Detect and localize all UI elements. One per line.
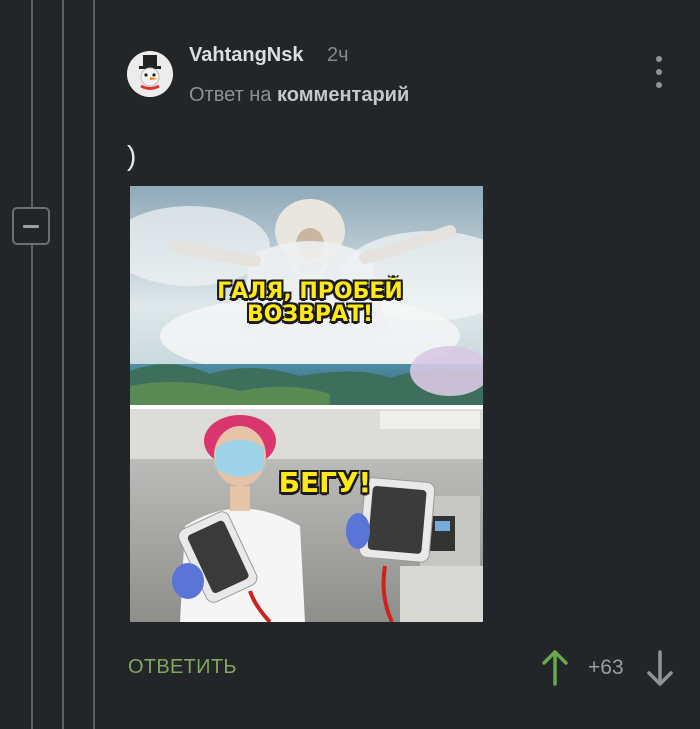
reply-prefix: Ответ на bbox=[189, 84, 272, 106]
reply-context: Ответ на комментарий bbox=[189, 84, 409, 107]
avatar[interactable] bbox=[127, 51, 173, 97]
thread-line bbox=[31, 0, 33, 729]
reply-button[interactable]: ОТВЕТИТЬ bbox=[128, 656, 237, 679]
meme-caption-bottom: БЕГУ! bbox=[278, 466, 372, 499]
kebab-menu-icon[interactable] bbox=[652, 56, 666, 88]
minus-icon bbox=[23, 224, 39, 228]
meme-caption-top: ГАЛЯ, ПРОБЕЙ ВОЗВРАТ! bbox=[217, 279, 403, 328]
username[interactable]: VahtangNsk bbox=[189, 44, 303, 67]
timestamp: 2ч bbox=[327, 44, 349, 66]
meme-image[interactable]: ГАЛЯ, ПРОБЕЙ ВОЗВРАТ! БЕГУ! bbox=[130, 186, 483, 622]
thread-line bbox=[93, 0, 95, 729]
arrow-up-icon[interactable] bbox=[540, 650, 570, 686]
rating-score: +63 bbox=[588, 656, 624, 679]
collapse-thread-button[interactable] bbox=[12, 207, 50, 245]
arrow-down-icon[interactable] bbox=[645, 650, 675, 686]
comment-text: ) bbox=[127, 140, 137, 171]
thread-line bbox=[62, 0, 64, 729]
reply-target-link[interactable]: комментарий bbox=[277, 84, 409, 106]
